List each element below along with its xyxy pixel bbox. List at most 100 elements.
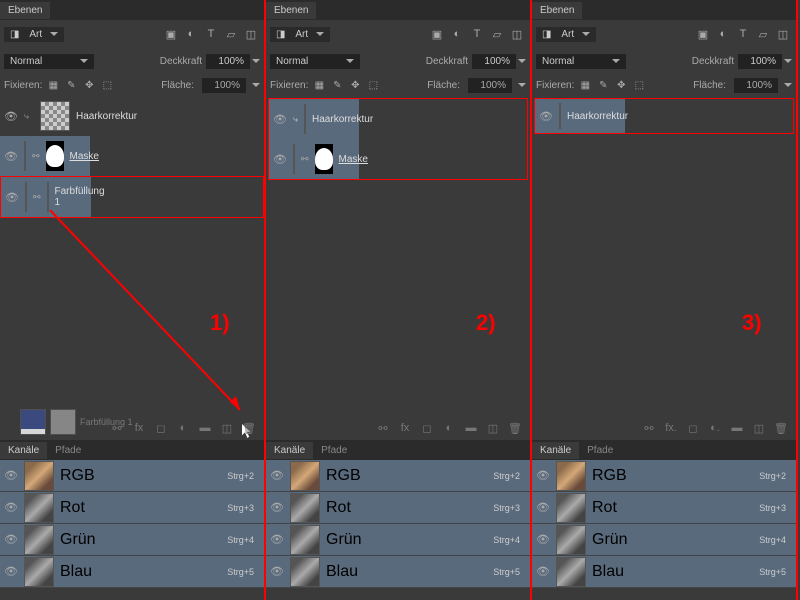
lock-paint-icon[interactable]: ✎ xyxy=(596,78,610,92)
visibility-icon[interactable]: 👁 xyxy=(536,501,550,514)
trash-icon[interactable]: 🗑 xyxy=(774,422,788,435)
filter-smart-icon[interactable]: ◫ xyxy=(508,25,526,43)
layer-haarkorrektur[interactable]: 👁 Haarkorrektur xyxy=(535,99,625,133)
fx-icon[interactable]: fx. xyxy=(664,422,678,434)
layer-thumbnail[interactable] xyxy=(559,103,561,129)
channel-rgb[interactable]: 👁 RGB Strg+2 xyxy=(0,460,264,492)
new-layer-icon[interactable]: ◫ xyxy=(752,422,766,435)
layer-name[interactable]: Haarkorrektur xyxy=(312,114,373,125)
link-layers-icon[interactable]: ⚯ xyxy=(376,422,390,435)
visibility-icon[interactable]: 👁 xyxy=(270,533,284,546)
filter-adjust-icon[interactable]: ◐ xyxy=(714,25,732,43)
layer-thumbnail[interactable] xyxy=(293,144,295,174)
visibility-icon[interactable]: 👁 xyxy=(4,150,18,163)
filter-type-select[interactable]: ◨Art xyxy=(270,27,330,42)
fill-value[interactable]: 100% xyxy=(734,78,778,93)
filter-image-icon[interactable]: ▣ xyxy=(162,25,180,43)
opacity-value[interactable]: 100% xyxy=(472,54,516,69)
mask-icon[interactable]: ◻ xyxy=(154,422,168,435)
lock-move-icon[interactable]: ✥ xyxy=(348,78,362,92)
layer-haarkorrektur[interactable]: 👁 ⤷ Haarkorrektur xyxy=(0,96,264,136)
filter-shape-icon[interactable]: ▱ xyxy=(754,25,772,43)
filter-image-icon[interactable]: ▣ xyxy=(694,25,712,43)
layer-haarkorrektur[interactable]: 👁 ⤷ Haarkorrektur xyxy=(269,99,359,139)
channel-green[interactable]: 👁GrünStrg+4 xyxy=(532,524,796,556)
filter-adjust-icon[interactable]: ◐ xyxy=(182,25,200,43)
opacity-value[interactable]: 100% xyxy=(206,54,250,69)
mask-icon[interactable]: ◻ xyxy=(420,422,434,435)
blend-mode-select[interactable]: Normal xyxy=(4,54,94,69)
tab-paths[interactable]: Pfade xyxy=(313,442,355,459)
visibility-icon[interactable]: 👁 xyxy=(4,565,18,578)
filter-image-icon[interactable]: ▣ xyxy=(428,25,446,43)
adjustment-icon[interactable]: ◐ xyxy=(176,422,190,434)
layer-name[interactable]: Haarkorrektur xyxy=(567,111,628,122)
link-icon[interactable]: ⚯ xyxy=(301,154,309,165)
blend-mode-select[interactable]: Normal xyxy=(270,54,360,69)
visibility-icon[interactable]: 👁 xyxy=(539,110,553,123)
link-icon[interactable]: ⚯ xyxy=(32,151,40,162)
channel-rgb[interactable]: 👁RGBStrg+2 xyxy=(532,460,796,492)
layer-name[interactable]: Haarkorrektur xyxy=(76,111,137,122)
tab-layers[interactable]: Ebenen xyxy=(532,2,582,19)
channel-red[interactable]: 👁RotStrg+3 xyxy=(532,492,796,524)
tab-channels[interactable]: Kanäle xyxy=(532,442,579,459)
lock-move-icon[interactable]: ✥ xyxy=(614,78,628,92)
lock-pixels-icon[interactable]: ▦ xyxy=(578,78,592,92)
trash-icon[interactable]: 🗑 xyxy=(508,422,522,435)
layer-name[interactable]: Maske xyxy=(339,154,368,165)
filter-smart-icon[interactable]: ◫ xyxy=(774,25,792,43)
tab-paths[interactable]: Pfade xyxy=(47,442,89,459)
channel-red[interactable]: 👁RotStrg+3 xyxy=(266,492,530,524)
tab-channels[interactable]: Kanäle xyxy=(0,442,47,459)
filter-adjust-icon[interactable]: ◐ xyxy=(448,25,466,43)
layer-farbfullung[interactable]: 👁 ⚯ Farbfüllung 1 xyxy=(1,177,91,217)
lock-pixels-icon[interactable]: ▦ xyxy=(46,78,60,92)
opacity-value[interactable]: 100% xyxy=(738,54,782,69)
link-icon[interactable]: ⚯ xyxy=(33,192,41,203)
new-layer-icon[interactable]: ◫ xyxy=(486,422,500,435)
layer-maske[interactable]: 👁 ⚯ Maske xyxy=(269,139,359,179)
channel-blue[interactable]: 👁BlauStrg+5 xyxy=(532,556,796,588)
lock-move-icon[interactable]: ✥ xyxy=(82,78,96,92)
layer-thumbnail[interactable] xyxy=(40,101,70,131)
channel-green[interactable]: 👁GrünStrg+4 xyxy=(266,524,530,556)
lock-all-icon[interactable]: ⬚ xyxy=(632,78,646,92)
folder-icon[interactable]: ▬ xyxy=(730,422,744,434)
lock-pixels-icon[interactable]: ▦ xyxy=(312,78,326,92)
fx-icon[interactable]: fx xyxy=(398,422,412,434)
visibility-icon[interactable]: 👁 xyxy=(270,565,284,578)
visibility-icon[interactable]: 👁 xyxy=(273,113,287,126)
lock-paint-icon[interactable]: ✎ xyxy=(330,78,344,92)
layer-thumbnail[interactable] xyxy=(304,104,306,134)
channel-green[interactable]: 👁 Grün Strg+4 xyxy=(0,524,264,556)
fill-thumbnail[interactable] xyxy=(25,182,27,212)
visibility-icon[interactable]: 👁 xyxy=(273,153,287,166)
visibility-icon[interactable]: 👁 xyxy=(4,501,18,514)
visibility-icon[interactable]: 👁 xyxy=(4,469,18,482)
filter-shape-icon[interactable]: ▱ xyxy=(222,25,240,43)
link-layers-icon[interactable]: ⚯ xyxy=(110,422,124,435)
mask-thumbnail[interactable] xyxy=(47,182,49,212)
layer-name[interactable]: Maske xyxy=(70,151,99,162)
lock-paint-icon[interactable]: ✎ xyxy=(64,78,78,92)
tab-channels[interactable]: Kanäle xyxy=(266,442,313,459)
visibility-icon[interactable]: 👁 xyxy=(270,469,284,482)
lock-all-icon[interactable]: ⬚ xyxy=(100,78,114,92)
trash-icon[interactable]: 🗑 xyxy=(242,422,256,435)
visibility-icon[interactable]: 👁 xyxy=(536,533,550,546)
mask-icon[interactable]: ◻ xyxy=(686,422,700,435)
folder-icon[interactable]: ▬ xyxy=(198,422,212,434)
filter-text-icon[interactable]: T xyxy=(468,25,486,43)
filter-smart-icon[interactable]: ◫ xyxy=(242,25,260,43)
filter-shape-icon[interactable]: ▱ xyxy=(488,25,506,43)
layer-name[interactable]: Farbfüllung 1 xyxy=(55,186,105,208)
lock-all-icon[interactable]: ⬚ xyxy=(366,78,380,92)
visibility-icon[interactable]: 👁 xyxy=(536,565,550,578)
visibility-icon[interactable]: 👁 xyxy=(4,110,18,123)
visibility-icon[interactable]: 👁 xyxy=(270,501,284,514)
visibility-icon[interactable]: 👁 xyxy=(4,533,18,546)
fill-value[interactable]: 100% xyxy=(468,78,512,93)
folder-icon[interactable]: ▬ xyxy=(464,422,478,434)
channel-rgb[interactable]: 👁RGBStrg+2 xyxy=(266,460,530,492)
